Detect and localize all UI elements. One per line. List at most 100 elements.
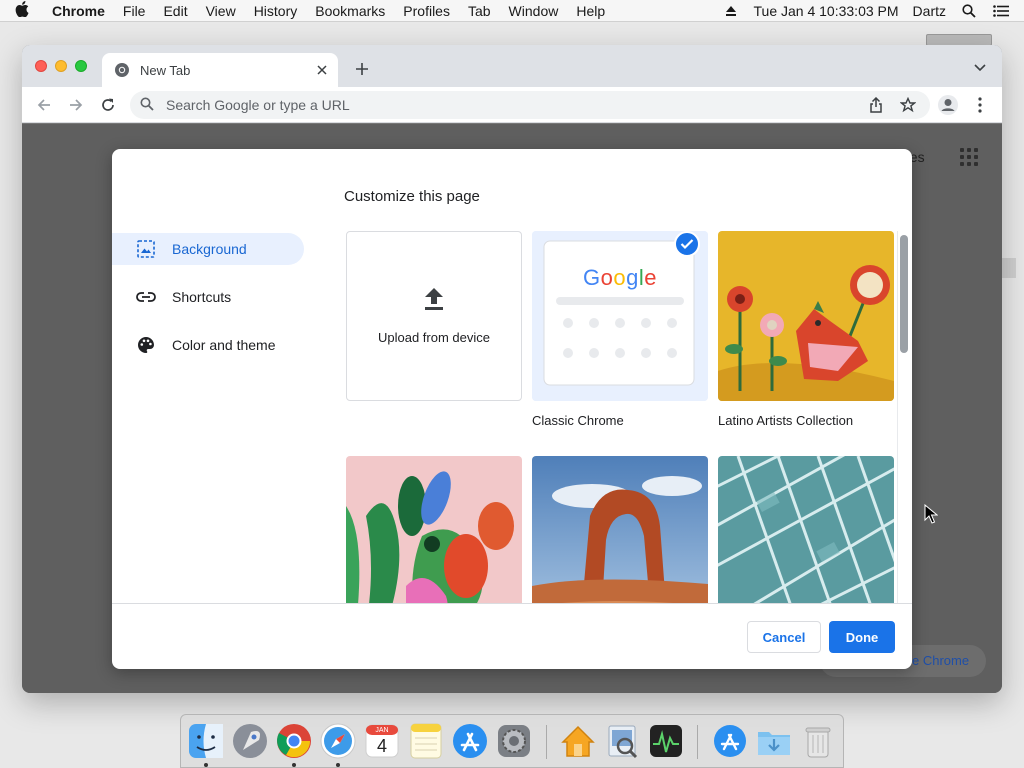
scroll-track [897,231,898,603]
latino-artists-thumbnail[interactable] [718,231,894,401]
sidebar-item-label: Shortcuts [172,289,232,305]
app-store-icon[interactable] [451,722,489,760]
finder-icon[interactable] [187,722,225,760]
app-store-downloads-icon[interactable] [711,722,749,760]
home-icon[interactable] [559,722,597,760]
floral-art-tile[interactable] [346,456,522,603]
omnibox[interactable] [130,91,930,119]
menu-tab[interactable]: Tab [459,3,500,19]
search-icon [140,97,156,113]
mouse-cursor-icon [924,503,939,524]
calendar-icon[interactable]: JAN 4 [363,722,401,760]
sidebar-item-shortcuts[interactable]: Shortcuts [112,281,304,313]
delicate-arch-tile[interactable] [532,456,708,603]
customize-dialog: Customize this page Background Shortcuts… [112,149,912,669]
dock: JAN 4 [180,714,844,768]
trash-icon[interactable] [799,722,837,760]
preview-icon[interactable] [603,722,641,760]
menu-history[interactable]: History [245,3,307,19]
omnibox-input[interactable] [166,97,846,113]
more-menu-icon[interactable] [968,93,992,117]
chrome-running-indicator [292,763,296,767]
menu-profiles[interactable]: Profiles [394,3,459,19]
image-icon [136,239,156,259]
sidebar-item-label: Background [172,241,247,257]
dock-separator [546,725,547,759]
tab-new-tab[interactable]: New Tab [102,53,338,87]
close-tab-icon[interactable] [312,60,332,80]
menu-app-chrome[interactable]: Chrome [44,3,114,19]
menu-help[interactable]: Help [567,3,614,19]
menubar-clock[interactable]: Tue Jan 4 10:33:03 PM [754,3,899,19]
done-button[interactable]: Done [829,621,895,653]
back-button[interactable] [32,93,56,117]
reload-button[interactable] [96,93,120,117]
floral-art-thumbnail[interactable] [346,456,522,603]
chrome-favicon-icon [114,62,130,78]
menu-window[interactable]: Window [500,3,568,19]
share-icon[interactable] [864,93,888,117]
close-window-button[interactable] [35,60,47,72]
finder-running-indicator [204,763,208,767]
floral-art [346,456,522,603]
latino-artists-art [718,231,894,401]
apple-menu-icon[interactable] [0,0,44,21]
tab-search-chevron-icon[interactable] [972,60,988,76]
calendar-day: 4 [376,736,387,756]
upload-tile-box[interactable]: Upload from device [346,231,522,401]
dialog-title: Customize this page [344,188,480,205]
classic-chrome-label: Classic Chrome [532,413,624,428]
sidebar-item-background[interactable]: Background [112,233,304,265]
activity-monitor-icon[interactable] [647,722,685,760]
palette-icon [136,335,156,355]
upload-icon [423,287,445,316]
tab-title: New Tab [140,62,191,78]
google-logo: Google [582,265,657,290]
cancel-button[interactable]: Cancel [747,621,821,653]
menubar-user[interactable]: Dartz [913,3,946,19]
glass-building-thumbnail[interactable] [718,456,894,603]
upload-label: Upload from device [378,330,490,345]
minimize-window-button[interactable] [55,60,67,72]
classic-chrome-preview [532,231,708,401]
sidebar-item-label: Color and theme [172,337,276,353]
classic-chrome-tile[interactable]: Google Classic Chrome [532,231,708,428]
control-center-icon[interactable] [992,2,1010,20]
delicate-arch-thumbnail[interactable] [532,456,708,603]
launchpad-icon[interactable] [231,722,269,760]
delicate-arch-photo [532,456,708,603]
new-tab-button[interactable] [352,59,372,79]
upload-from-device-tile[interactable]: Upload from device [346,231,522,401]
zoom-window-button[interactable] [75,60,87,72]
google-apps-icon [960,148,978,166]
safari-icon[interactable] [319,722,357,760]
calendar-month: JAN [375,727,389,734]
dock-separator [697,725,698,759]
menu-bar: Chrome File Edit View History Bookmarks … [0,0,1024,22]
chrome-icon[interactable] [275,722,313,760]
downloads-folder-icon[interactable] [755,722,793,760]
menu-edit[interactable]: Edit [154,3,196,19]
sidebar-item-color-and-theme[interactable]: Color and theme [112,329,304,361]
notes-icon[interactable] [407,722,445,760]
glass-building-photo [718,456,894,603]
menu-view[interactable]: View [197,3,245,19]
background-grid: Upload from device Google Classic Chrome… [346,231,898,603]
system-preferences-icon[interactable] [495,722,533,760]
dialog-footer-divider [112,603,912,604]
menu-file[interactable]: File [114,3,155,19]
scrollbar-thumb[interactable] [900,235,908,353]
glass-building-tile[interactable] [718,456,894,603]
latino-artists-tile[interactable]: Latino Artists Collection [718,231,894,428]
desktop-item-partial [1000,258,1016,278]
bookmark-star-icon[interactable] [896,93,920,117]
forward-button[interactable] [64,93,88,117]
eject-icon[interactable] [722,2,740,20]
browser-toolbar [22,87,1002,123]
safari-running-indicator [336,763,340,767]
classic-chrome-thumbnail[interactable]: Google [532,231,708,401]
latino-artists-label: Latino Artists Collection [718,413,854,428]
spotlight-search-icon[interactable] [960,2,978,20]
profile-avatar-icon[interactable] [936,93,960,117]
menu-bookmarks[interactable]: Bookmarks [306,3,394,19]
